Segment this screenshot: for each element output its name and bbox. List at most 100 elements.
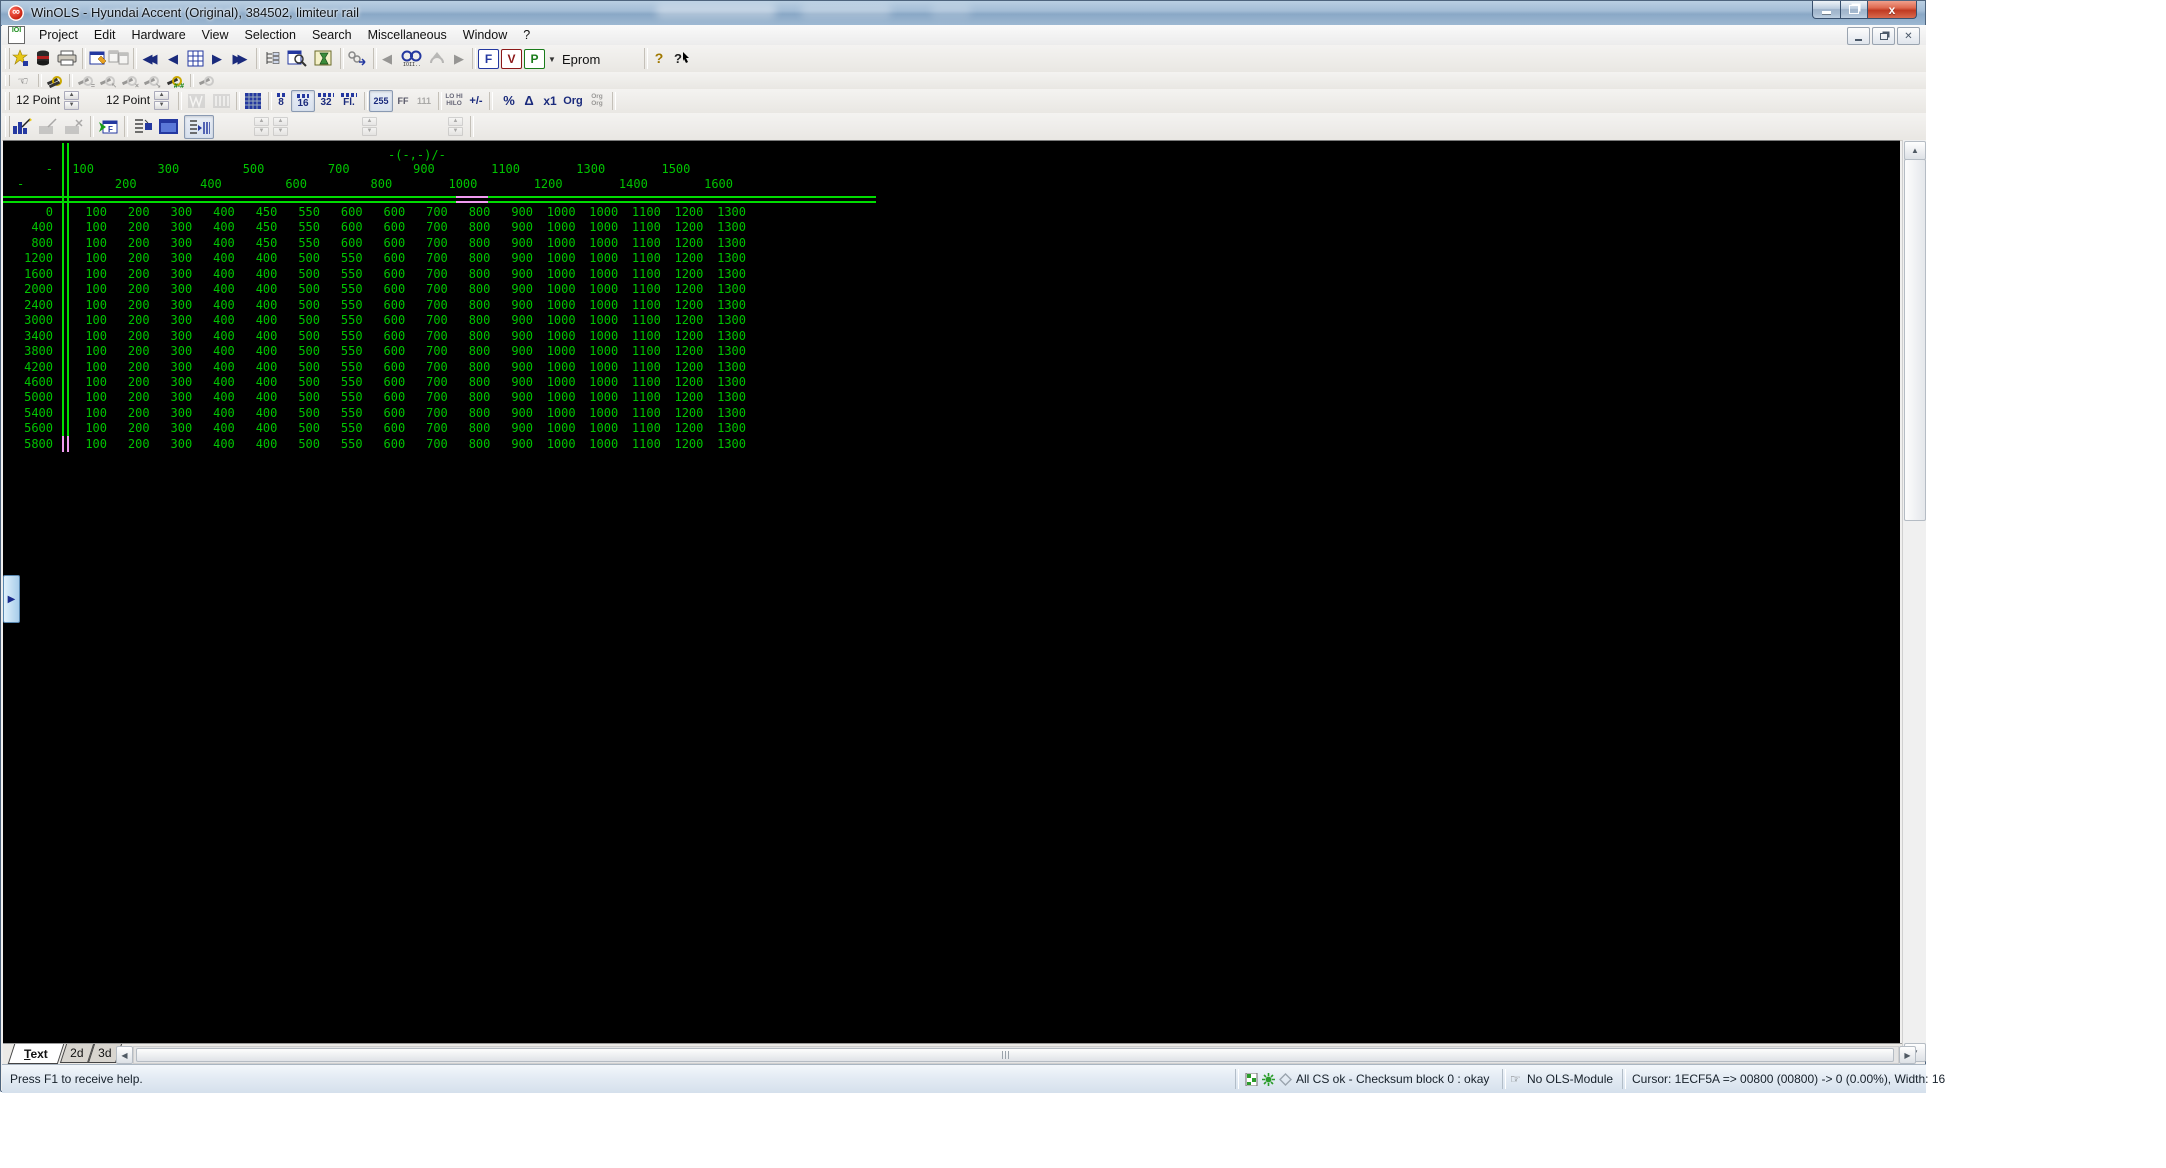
map-cell[interactable]: 700	[410, 421, 448, 435]
map-cell[interactable]: 400	[197, 236, 235, 250]
view-projects-button[interactable]: P	[524, 49, 545, 69]
map-cell[interactable]: 400	[239, 406, 277, 420]
map-cell[interactable]: 900	[495, 344, 533, 358]
map-row-header[interactable]: 2400	[3, 298, 53, 312]
map-cell[interactable]: 1000	[580, 298, 618, 312]
window-overview-button[interactable]	[184, 48, 206, 68]
map-row-header[interactable]: 1200	[3, 251, 53, 265]
map-cell[interactable]: 400	[239, 375, 277, 389]
map-cell[interactable]: 100	[69, 329, 107, 343]
map-cell[interactable]: 400	[239, 360, 277, 374]
map-cell[interactable]: 400	[239, 329, 277, 343]
map-cell[interactable]: 550	[325, 437, 363, 451]
map-cell[interactable]: 400	[239, 437, 277, 451]
map-cell[interactable]: 1000	[580, 220, 618, 234]
map-cell[interactable]: 1000	[580, 360, 618, 374]
map-cell[interactable]: 300	[154, 344, 192, 358]
map-cell[interactable]: 300	[154, 390, 192, 404]
map-cell[interactable]: 100	[69, 421, 107, 435]
map-cell[interactable]: 500	[282, 298, 320, 312]
map-cell[interactable]: 400	[197, 344, 235, 358]
scroll-right-button[interactable]: ▶	[1899, 1046, 1916, 1064]
key-equal-button[interactable]: =	[75, 73, 95, 88]
map-cell[interactable]: 700	[410, 437, 448, 451]
map-cell[interactable]: 200	[112, 390, 150, 404]
map-row-header[interactable]: 3400	[3, 329, 53, 343]
map-cell[interactable]: 550	[325, 251, 363, 265]
search-sequence-button[interactable]: IOII..	[398, 48, 424, 68]
format-binary-button[interactable]: 111	[414, 91, 434, 110]
map-cell[interactable]: 300	[154, 313, 192, 327]
map-cell[interactable]: 1300	[708, 298, 746, 312]
map-cell[interactable]: 300	[154, 282, 192, 296]
map-cell[interactable]: 500	[282, 344, 320, 358]
map-cell[interactable]: 900	[495, 421, 533, 435]
map-cell[interactable]: 400	[197, 267, 235, 281]
map-cell[interactable]: 300	[154, 437, 192, 451]
restore-button[interactable]	[1841, 1, 1868, 19]
map-cell[interactable]: 200	[112, 298, 150, 312]
nav-last-button[interactable]: ▶▶	[228, 48, 252, 68]
map-cell[interactable]: 1000	[580, 390, 618, 404]
map-cell[interactable]: 200	[112, 344, 150, 358]
map-list-button[interactable]	[261, 48, 283, 68]
map-row-mode-button[interactable]	[184, 115, 214, 139]
map-cell[interactable]: 600	[367, 313, 405, 327]
map-cell[interactable]: 450	[239, 220, 277, 234]
map-cell[interactable]: 1300	[708, 282, 746, 296]
map-cell[interactable]: 1000	[580, 421, 618, 435]
map-cell[interactable]: 100	[69, 344, 107, 358]
map-cell[interactable]: 1100	[623, 360, 661, 374]
history-forward-button[interactable]: ▶	[450, 48, 468, 68]
map-cell[interactable]: 200	[112, 236, 150, 250]
map-cell[interactable]: 800	[452, 313, 490, 327]
map-cell[interactable]: 700	[410, 251, 448, 265]
format-decimal-button[interactable]: 255	[369, 90, 393, 112]
export-map-button[interactable]: F	[96, 116, 120, 136]
x-axis-label[interactable]: 1100	[482, 162, 520, 176]
map-cell[interactable]: 1300	[708, 220, 746, 234]
map-cell[interactable]: 400	[239, 421, 277, 435]
map-cell[interactable]: 550	[325, 390, 363, 404]
font-size-x-spinner[interactable]: ▲▼	[64, 91, 79, 109]
map-cell[interactable]: 550	[325, 344, 363, 358]
x-axis-label[interactable]: 1300	[567, 162, 605, 176]
upload-button[interactable]	[426, 48, 448, 68]
map-cell[interactable]: 1000	[538, 236, 576, 250]
map-cell[interactable]: 550	[325, 313, 363, 327]
map-cell[interactable]: 300	[154, 236, 192, 250]
difference-view-button[interactable]: Δ	[520, 91, 538, 110]
map-row-header[interactable]: 800	[3, 236, 53, 250]
menu-window[interactable]: Window	[455, 26, 515, 44]
map-cell[interactable]: 1000	[538, 313, 576, 327]
map-row-header[interactable]: 5800	[3, 437, 53, 451]
view-8bit-button[interactable]: 8	[273, 91, 289, 110]
map-cell[interactable]: 550	[325, 329, 363, 343]
map-cell[interactable]: 700	[410, 390, 448, 404]
map-cell[interactable]: 900	[495, 236, 533, 250]
map-cell[interactable]: 1000	[580, 205, 618, 219]
map-cell[interactable]: 800	[452, 236, 490, 250]
map-cell[interactable]: 300	[154, 220, 192, 234]
map-cell[interactable]: 550	[325, 406, 363, 420]
map-cell[interactable]: 400	[197, 220, 235, 234]
key-delete-button[interactable]: ×	[119, 73, 139, 88]
map-cell[interactable]: 1000	[538, 282, 576, 296]
map-cell[interactable]: 400	[197, 406, 235, 420]
map-cell[interactable]: 100	[69, 406, 107, 420]
map-cell[interactable]: 500	[282, 360, 320, 374]
map-cell[interactable]: 800	[452, 329, 490, 343]
map-cell[interactable]: 500	[282, 437, 320, 451]
map-cell[interactable]: 400	[239, 313, 277, 327]
vertical-scrollbar-thumb[interactable]	[1904, 159, 1926, 521]
map-cell[interactable]: 500	[282, 313, 320, 327]
map-cell[interactable]: 600	[367, 344, 405, 358]
map-cell[interactable]: 200	[112, 220, 150, 234]
map-cell[interactable]: 100	[69, 375, 107, 389]
map-cell[interactable]: 1000	[538, 298, 576, 312]
background-task-button[interactable]	[312, 48, 336, 68]
map-cell[interactable]: 1200	[665, 267, 703, 281]
map-cell[interactable]: 600	[367, 298, 405, 312]
menu-search[interactable]: Search	[304, 26, 360, 44]
map-cell[interactable]: 100	[69, 236, 107, 250]
